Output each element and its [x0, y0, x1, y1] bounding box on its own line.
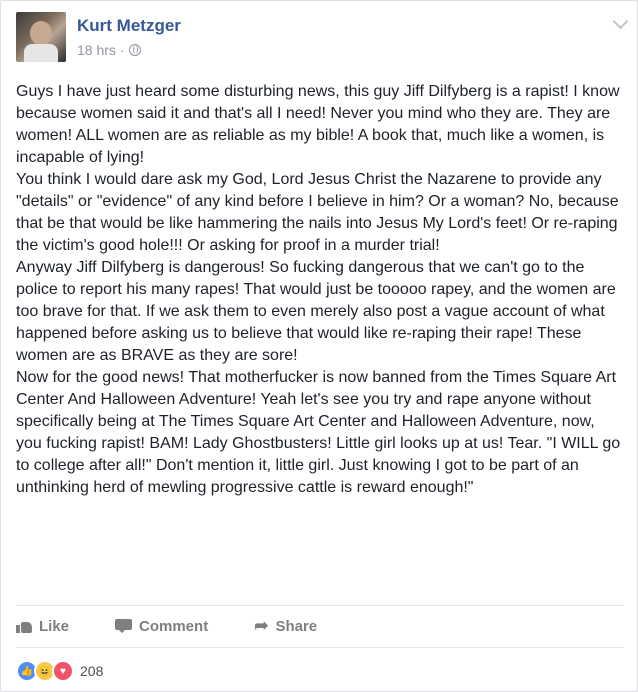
meta-separator: · — [119, 42, 125, 58]
comment-label: Comment — [139, 617, 209, 635]
avatar-face — [30, 21, 52, 45]
avatar-shirt — [24, 44, 58, 62]
thumbs-up-icon — [16, 619, 32, 633]
comment-button[interactable]: Comment — [115, 618, 208, 635]
author-name[interactable]: Kurt Metzger — [77, 16, 181, 36]
comment-icon — [115, 619, 133, 633]
post-header: Kurt Metzger 18 hrs · — [16, 12, 629, 62]
globe-icon[interactable] — [128, 44, 141, 56]
action-bar: Like Comment ➦ Share — [16, 612, 624, 640]
share-button[interactable]: ➦ Share — [254, 616, 318, 635]
post-paragraph: You think I would dare ask my God, Lord … — [16, 171, 619, 254]
reactions-summary[interactable]: 👍 😆 ♥ 208 — [16, 660, 103, 682]
chevron-down-icon[interactable] — [612, 13, 629, 30]
love-icon: ♥ — [52, 660, 74, 682]
post-card: Kurt Metzger 18 hrs · Guys I have just h… — [0, 0, 638, 692]
divider — [16, 647, 624, 648]
post-paragraph: Anyway Jiff Dilfyberg is dangerous! So f… — [16, 259, 616, 364]
author-avatar[interactable] — [16, 12, 66, 62]
post-paragraph: Guys I have just heard some disturbing n… — [16, 83, 620, 166]
post-body: Guys I have just heard some disturbing n… — [16, 81, 624, 499]
like-button[interactable]: Like — [16, 618, 69, 635]
share-label: Share — [275, 617, 318, 635]
divider — [16, 605, 624, 606]
like-label: Like — [39, 617, 70, 635]
post-paragraph: Now for the good news! That motherfucker… — [16, 369, 621, 496]
post-timestamp[interactable]: 18 hrs — [77, 42, 116, 58]
share-arrow-icon: ➦ — [254, 616, 269, 635]
post-meta: 18 hrs · — [77, 42, 141, 58]
reaction-count[interactable]: 208 — [80, 663, 103, 679]
